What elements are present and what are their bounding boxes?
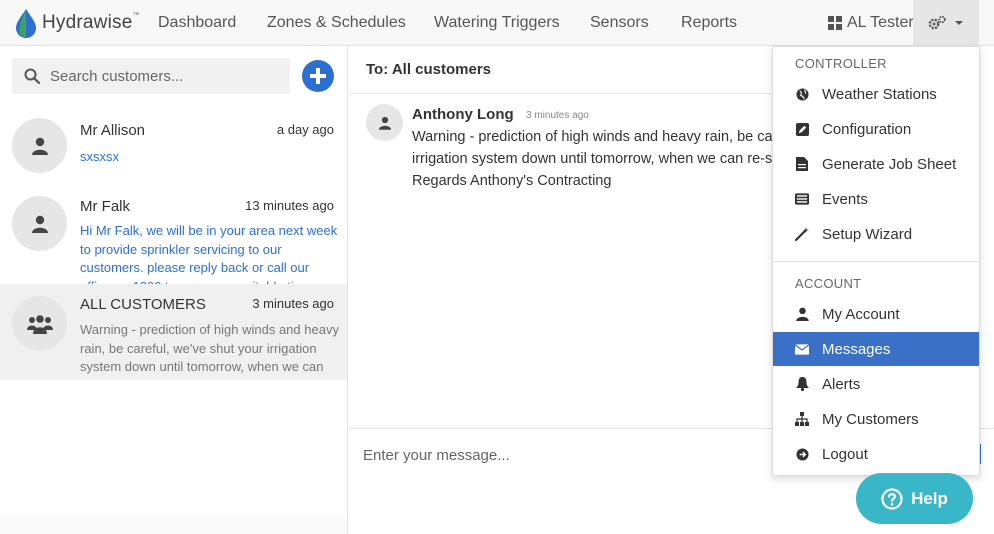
message-sender: Anthony Long <box>412 106 514 123</box>
settings-dropdown-toggle[interactable] <box>913 0 979 46</box>
conversation-header: To: All customers <box>349 46 779 94</box>
gears-icon <box>928 15 946 30</box>
customer-time: 13 minutes ago <box>245 198 334 213</box>
customer-message-preview: Hi Mr Falk, we will be in your area next… <box>80 223 338 284</box>
user-icon <box>378 116 391 130</box>
user-icon <box>795 307 809 321</box>
top-navbar: Hydrawise ™ Dashboard Zones & Schedules … <box>0 0 994 46</box>
water-drop-icon <box>16 9 36 38</box>
customer-message-preview: Warning - prediction of high winds and h… <box>80 322 339 379</box>
edit-icon <box>795 122 809 136</box>
file-icon <box>796 157 808 171</box>
menu-item-my-account[interactable]: My Account <box>773 297 979 331</box>
user-menu[interactable]: AL Tester <box>828 14 914 32</box>
user-name: AL Tester <box>847 14 914 31</box>
menu-item-label: My Account <box>822 305 900 323</box>
logout-icon <box>795 447 809 461</box>
message-line: Regards Anthony's Contracting <box>412 173 612 189</box>
settings-dropdown-menu: CONTROLLER Weather Stations Configuratio… <box>772 46 980 476</box>
message-line: Warning - prediction of high winds and h… <box>412 129 772 145</box>
user-icon <box>31 137 48 155</box>
customer-item-mr-allison[interactable]: Mr Allison a day ago sxsxsx <box>0 106 347 184</box>
list-icon <box>795 193 809 205</box>
bell-icon <box>795 377 809 391</box>
globe-icon <box>795 87 809 101</box>
menu-item-label: Logout <box>822 445 868 463</box>
message-line: irrigation system down until tomorrow, w… <box>412 151 772 167</box>
customer-item-mr-falk[interactable]: Mr Falk 13 minutes ago Hi Mr Falk, we wi… <box>0 184 347 284</box>
customer-time: 3 minutes ago <box>252 296 334 311</box>
envelope-icon <box>795 343 809 355</box>
customer-name: Mr Allison <box>80 122 146 139</box>
dropdown-divider <box>773 261 979 262</box>
message-avatar <box>366 104 403 141</box>
recipient-label: To: All customers <box>366 61 492 78</box>
menu-item-alerts[interactable]: Alerts <box>773 367 979 401</box>
menu-item-label: Generate Job Sheet <box>822 155 957 173</box>
hydrawise-logo[interactable]: Hydrawise ™ <box>14 6 140 40</box>
menu-item-messages[interactable]: Messages <box>773 332 979 366</box>
customer-name: Mr Falk <box>80 198 130 215</box>
plus-icon <box>310 68 326 84</box>
customer-message-preview: sxsxsx <box>80 149 119 164</box>
caret-down-icon <box>955 21 963 25</box>
menu-item-label: Events <box>822 190 868 208</box>
search-input[interactable] <box>48 66 268 86</box>
list-footer <box>0 516 347 534</box>
menu-item-generate-job-sheet[interactable]: Generate Job Sheet <box>773 147 979 181</box>
help-button[interactable]: Help <box>856 473 973 524</box>
logo-text: Hydrawise <box>42 12 133 33</box>
message-body: Warning - prediction of high winds and h… <box>412 126 772 192</box>
avatar <box>12 196 67 251</box>
user-icon <box>31 215 48 233</box>
menu-item-label: Alerts <box>822 375 861 393</box>
menu-item-label: Configuration <box>822 120 912 138</box>
avatar <box>12 118 67 173</box>
nav-watering-triggers[interactable]: Watering Triggers <box>434 14 560 32</box>
search-box <box>12 58 290 94</box>
message-time: 3 minutes ago <box>526 110 589 121</box>
menu-item-setup-wizard[interactable]: Setup Wizard <box>773 217 979 251</box>
sitemap-icon <box>795 412 809 426</box>
grid-icon <box>828 16 842 30</box>
avatar <box>12 296 67 351</box>
menu-item-logout[interactable]: Logout <box>773 437 979 471</box>
menu-item-configuration[interactable]: Configuration <box>773 112 979 146</box>
search-icon <box>24 68 40 84</box>
menu-item-label: My Customers <box>822 410 919 428</box>
customer-time: a day ago <box>276 122 334 137</box>
logo-trademark: ™ <box>132 11 140 19</box>
menu-item-events[interactable]: Events <box>773 182 979 216</box>
nav-zones-schedules[interactable]: Zones & Schedules <box>267 14 406 32</box>
message-input[interactable] <box>361 446 771 465</box>
wand-icon <box>795 227 809 241</box>
customer-item-all-customers[interactable]: ALL CUSTOMERS 3 minutes ago Warning - pr… <box>0 284 347 380</box>
help-label: Help <box>911 488 948 508</box>
nav-reports[interactable]: Reports <box>681 14 737 32</box>
menu-item-label: Setup Wizard <box>822 225 913 243</box>
dropdown-header-account: ACCOUNT <box>795 276 862 291</box>
menu-item-my-customers[interactable]: My Customers <box>773 402 979 436</box>
group-icon <box>26 314 53 334</box>
nav-dashboard[interactable]: Dashboard <box>158 14 236 32</box>
menu-item-weather-stations[interactable]: Weather Stations <box>773 77 979 111</box>
nav-sensors[interactable]: Sensors <box>590 14 649 32</box>
dropdown-header-controller: CONTROLLER <box>795 56 887 71</box>
add-customer-button[interactable] <box>302 60 334 92</box>
menu-item-label: Weather Stations <box>822 85 937 103</box>
customer-name: ALL CUSTOMERS <box>80 296 206 313</box>
question-circle-icon <box>881 487 903 510</box>
customer-list-panel: Mr Allison a day ago sxsxsx Mr Falk 13 m… <box>0 46 348 534</box>
menu-item-label: Messages <box>822 340 891 358</box>
